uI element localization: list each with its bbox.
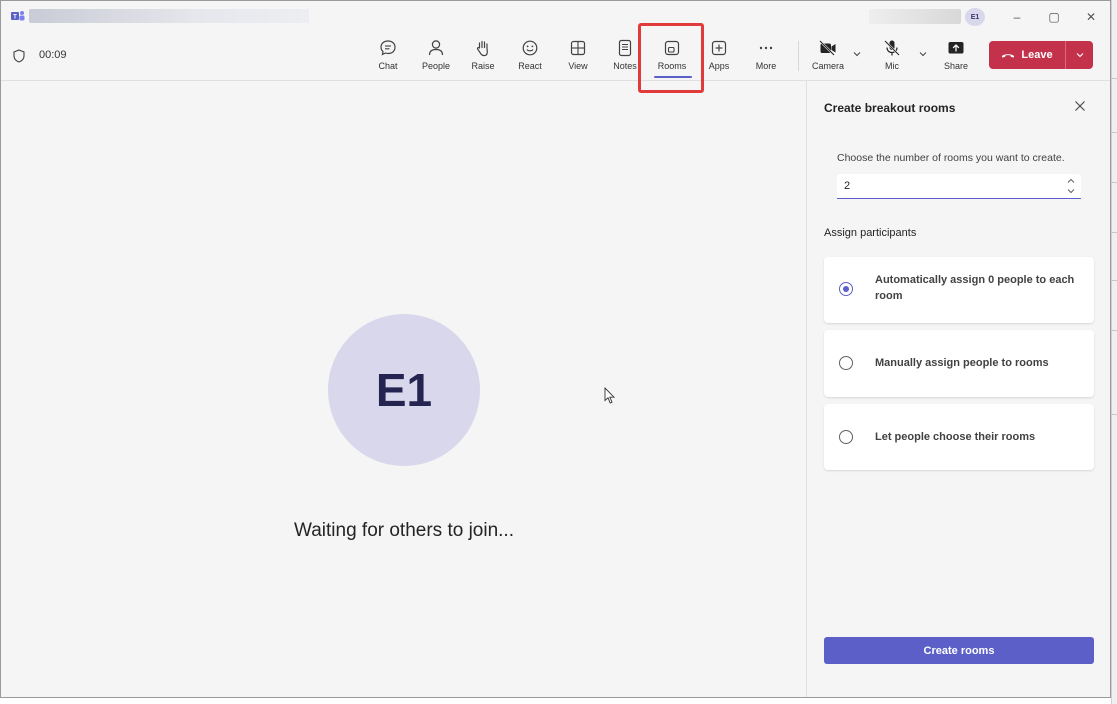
auto-assign-label: Automatically assign 0 people to each ro…: [875, 274, 1075, 302]
leave-options-button[interactable]: [1066, 41, 1093, 69]
toolbar-notes-button[interactable]: Notes: [610, 38, 640, 76]
toolbar-people-label: People: [421, 61, 451, 71]
leave-main-button[interactable]: Leave: [989, 41, 1065, 69]
apps-icon: [711, 40, 727, 56]
panel-title: Create breakout rooms: [824, 101, 956, 115]
toolbar-people-button[interactable]: People: [420, 38, 452, 76]
toolbar-chat-label: Chat: [378, 61, 398, 71]
chat-icon: [380, 40, 396, 56]
manual-assign-radio[interactable]: [839, 356, 853, 370]
let-people-choose-radio[interactable]: [839, 430, 853, 444]
create-rooms-button[interactable]: Create rooms: [824, 637, 1094, 664]
toolbar-apps-label: Apps: [708, 61, 730, 71]
search-bar-redacted[interactable]: [869, 9, 961, 24]
title-bar: T Breakout rooms meeting E1 – ▢ ✕: [1, 1, 1110, 31]
maximize-button[interactable]: ▢: [1039, 7, 1069, 27]
toolbar-share-label: Share: [943, 61, 969, 71]
mic-options-chevron-icon[interactable]: [918, 49, 928, 59]
assign-participants-heading: Assign participants: [824, 227, 917, 239]
close-window-button[interactable]: ✕: [1076, 7, 1106, 27]
svg-text:T: T: [13, 15, 17, 21]
rooms-highlight-annotation: [638, 23, 704, 93]
meeting-stage: E1 Waiting for others to join...: [1, 81, 806, 697]
profile-avatar[interactable]: E1: [965, 8, 985, 26]
raise-hand-icon: [476, 40, 488, 57]
toolbar-share-button[interactable]: Share: [941, 38, 971, 76]
toolbar-chat-button[interactable]: Chat: [373, 38, 403, 76]
participant-avatar: E1: [328, 314, 480, 466]
notes-icon: [618, 39, 632, 57]
let-people-choose-label: Let people choose their rooms: [875, 431, 1036, 443]
toolbar-view-label: View: [568, 61, 588, 71]
camera-off-icon: [819, 40, 836, 56]
mic-off-icon: [884, 40, 900, 56]
toolbar-divider: [798, 41, 799, 71]
leave-label: Leave: [1021, 49, 1053, 61]
toolbar-view-button[interactable]: View: [563, 38, 593, 76]
react-icon: [522, 40, 538, 56]
meeting-timer: 00:09: [39, 49, 67, 61]
toolbar-notes-label: Notes: [613, 61, 637, 71]
toolbar-react-label: React: [518, 61, 542, 71]
toolbar-raise-button[interactable]: Raise: [469, 38, 497, 76]
rooms-count-stepper-icon[interactable]: [1065, 175, 1077, 197]
toolbar-more-button[interactable]: More: [751, 38, 781, 76]
leave-button[interactable]: Leave: [989, 41, 1093, 69]
waiting-status-text: Waiting for others to join...: [293, 520, 514, 541]
camera-options-chevron-icon[interactable]: [852, 49, 862, 59]
toolbar-mic-label: Mic: [885, 61, 899, 71]
leave-chevron-down-icon: [1076, 53, 1083, 58]
toolbar-camera-button[interactable]: Camera: [810, 38, 846, 76]
rooms-count-input[interactable]: [837, 174, 1081, 199]
share-icon: [948, 42, 964, 54]
close-icon[interactable]: [1073, 99, 1087, 113]
background-window-edge: [1111, 0, 1117, 704]
toolbar-react-button[interactable]: React: [515, 38, 545, 76]
toolbar-mic-button[interactable]: Mic: [877, 38, 907, 76]
auto-assign-radio[interactable]: [839, 282, 853, 296]
shield-icon: [13, 49, 25, 63]
toolbar-more-label: More: [755, 61, 777, 71]
option-manual-assign[interactable]: Manually assign people to rooms: [824, 330, 1094, 397]
people-icon: [428, 40, 444, 56]
option-let-people-choose[interactable]: Let people choose their rooms: [824, 404, 1094, 470]
teams-meeting-window: T Breakout rooms meeting E1 – ▢ ✕ 00:09 …: [0, 0, 1111, 698]
breakout-rooms-panel: Create breakout rooms Choose the number …: [806, 81, 1110, 697]
toolbar-apps-button[interactable]: Apps: [705, 38, 733, 76]
toolbar-raise-label: Raise: [471, 61, 495, 71]
option-auto-assign[interactable]: Automatically assign 0 people to each ro…: [824, 257, 1094, 323]
manual-assign-label: Manually assign people to rooms: [875, 357, 1049, 369]
rooms-count-label: Choose the number of rooms you want to c…: [837, 152, 1065, 164]
mouse-cursor-icon: [604, 387, 616, 404]
teams-logo-icon: T: [11, 11, 25, 21]
hang-up-icon: [1002, 54, 1015, 58]
window-title-redacted: [29, 9, 309, 23]
view-icon: [570, 40, 586, 56]
toolbar-camera-label: Camera: [811, 61, 844, 71]
minimize-button[interactable]: –: [1002, 7, 1032, 27]
meeting-toolbar: 00:09 Chat People Raise React View Notes…: [1, 31, 1110, 81]
more-icon: [759, 46, 773, 50]
